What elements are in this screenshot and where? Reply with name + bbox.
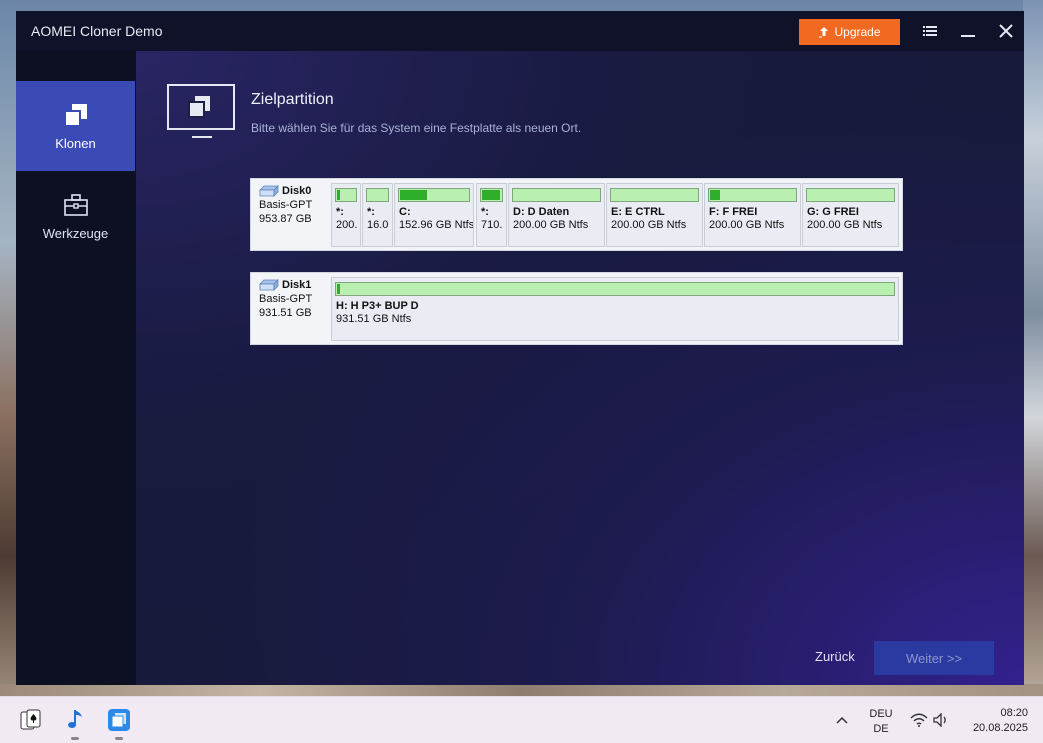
running-indicator (71, 737, 79, 740)
usage-bar (366, 188, 389, 202)
disk-info: Disk1 Basis-GPT 931.51 GB (259, 279, 329, 319)
clock-time: 08:20 (1000, 707, 1028, 719)
toolbox-icon (63, 193, 88, 216)
usage-bar (610, 188, 699, 202)
hard-disk-icon (259, 279, 279, 291)
volume-icon[interactable] (933, 713, 949, 727)
language-indicator[interactable]: DEU DE (866, 707, 896, 737)
partition-item[interactable]: F: F FREI 200.00 GB Ntfs (704, 183, 801, 247)
usage-fill (337, 190, 340, 200)
app-window: AOMEI Cloner Demo Upgrade Klonen Werkzeu… (16, 11, 1024, 685)
solitaire-icon[interactable] (18, 707, 44, 733)
partition-name: G: G FREI (807, 206, 859, 218)
usage-fill (400, 190, 427, 200)
music-icon[interactable] (62, 707, 88, 733)
page-subtitle: Bitte wählen Sie für das System eine Fes… (251, 121, 582, 135)
app-title: AOMEI Cloner Demo (31, 23, 163, 39)
partition-item[interactable]: *: 16.0 (362, 183, 393, 247)
partition-size: 152.96 GB Ntfs (399, 219, 474, 231)
partition-name: F: F FREI (709, 206, 758, 218)
usage-bar (806, 188, 895, 202)
disk-row-disk0[interactable]: Disk0 Basis-GPT 953.87 GB *: 200. *: 16.… (250, 178, 903, 251)
partition-size: 16.0 (367, 219, 389, 231)
upgrade-label: Upgrade (834, 25, 881, 39)
title-bar[interactable]: AOMEI Cloner Demo Upgrade (16, 11, 1024, 51)
partition-item[interactable]: *: 200. (331, 183, 361, 247)
usage-fill (710, 190, 721, 200)
disk-name: Disk1 (259, 279, 329, 291)
back-button[interactable]: Zurück (815, 649, 855, 664)
usage-bar (398, 188, 470, 202)
partition-size: 200.00 GB Ntfs (709, 219, 785, 231)
partition-item[interactable]: G: G FREI 200.00 GB Ntfs (802, 183, 899, 247)
page-title: Zielpartition (251, 91, 334, 108)
monitor-partition-icon (167, 84, 235, 138)
partition-item[interactable]: D: D Daten 200.00 GB Ntfs (508, 183, 605, 247)
hard-disk-icon (259, 185, 279, 197)
partition-size: 200.00 GB Ntfs (807, 219, 883, 231)
partition-item[interactable]: H: H P3+ BUP D 931.51 GB Ntfs (331, 277, 899, 341)
next-button[interactable]: Weiter >> (874, 641, 994, 675)
disk-type: Basis-GPT (259, 293, 313, 305)
sidebar: Klonen Werkzeuge (16, 51, 136, 685)
partition-name: C: (399, 206, 411, 218)
disk-size: 931.51 GB (259, 307, 312, 319)
clone-icon (63, 103, 87, 127)
disk-size: 953.87 GB (259, 213, 312, 225)
taskbar: DEU DE 08:20 20.08.2025 (0, 696, 1043, 743)
partition-size: 200.00 GB Ntfs (611, 219, 687, 231)
disk-row-disk1[interactable]: Disk1 Basis-GPT 931.51 GB H: H P3+ BUP D… (250, 272, 903, 345)
disk-name: Disk0 (259, 185, 329, 197)
disk-type: Basis-GPT (259, 199, 313, 211)
desktop-wallpaper-left (0, 0, 16, 695)
usage-fill (337, 284, 340, 294)
desktop-wallpaper-right (1023, 0, 1043, 695)
minimize-icon[interactable] (958, 21, 978, 41)
sidebar-item-label: Klonen (55, 135, 96, 151)
sidebar-item-label: Werkzeuge (42, 225, 109, 241)
partition-size: 200. (336, 219, 358, 231)
desktop-wallpaper-bottom (0, 684, 1043, 696)
menu-icon[interactable] (920, 21, 940, 41)
sidebar-item-klonen[interactable]: Klonen (16, 81, 135, 171)
partition-name: D: D Daten (513, 206, 570, 218)
usage-bar (708, 188, 797, 202)
usage-bar (512, 188, 601, 202)
usage-bar (335, 282, 895, 296)
main-content: Zielpartition Bitte wählen Sie für das S… (136, 51, 1024, 685)
clock[interactable]: 08:20 20.08.2025 (960, 706, 1028, 736)
usage-bar (480, 188, 503, 202)
partition-name: *: (336, 206, 344, 218)
partition-name: *: (481, 206, 489, 218)
partition-name: E: E CTRL (611, 206, 665, 218)
partition-item[interactable]: E: E CTRL 200.00 GB Ntfs (606, 183, 703, 247)
partition-name: *: (367, 206, 375, 218)
partition-item[interactable]: C: 152.96 GB Ntfs (394, 183, 474, 247)
close-icon[interactable] (996, 21, 1016, 41)
wifi-icon[interactable] (910, 713, 928, 727)
upload-arrow-icon (819, 27, 829, 38)
partition-name: H: H P3+ BUP D (336, 300, 419, 312)
usage-fill (482, 190, 500, 200)
running-indicator (115, 737, 123, 740)
chevron-up-icon[interactable] (835, 713, 849, 727)
disk-info: Disk0 Basis-GPT 953.87 GB (259, 185, 329, 225)
clock-date: 20.08.2025 (972, 722, 1028, 734)
aomei-icon[interactable] (106, 707, 132, 733)
upgrade-button[interactable]: Upgrade (799, 19, 900, 45)
sidebar-item-werkzeuge[interactable]: Werkzeuge (16, 171, 135, 261)
partition-size: 200.00 GB Ntfs (513, 219, 589, 231)
partition-size: 931.51 GB Ntfs (336, 313, 412, 325)
usage-bar (335, 188, 357, 202)
partition-size: 710. (481, 219, 503, 231)
partition-item[interactable]: *: 710. (476, 183, 507, 247)
